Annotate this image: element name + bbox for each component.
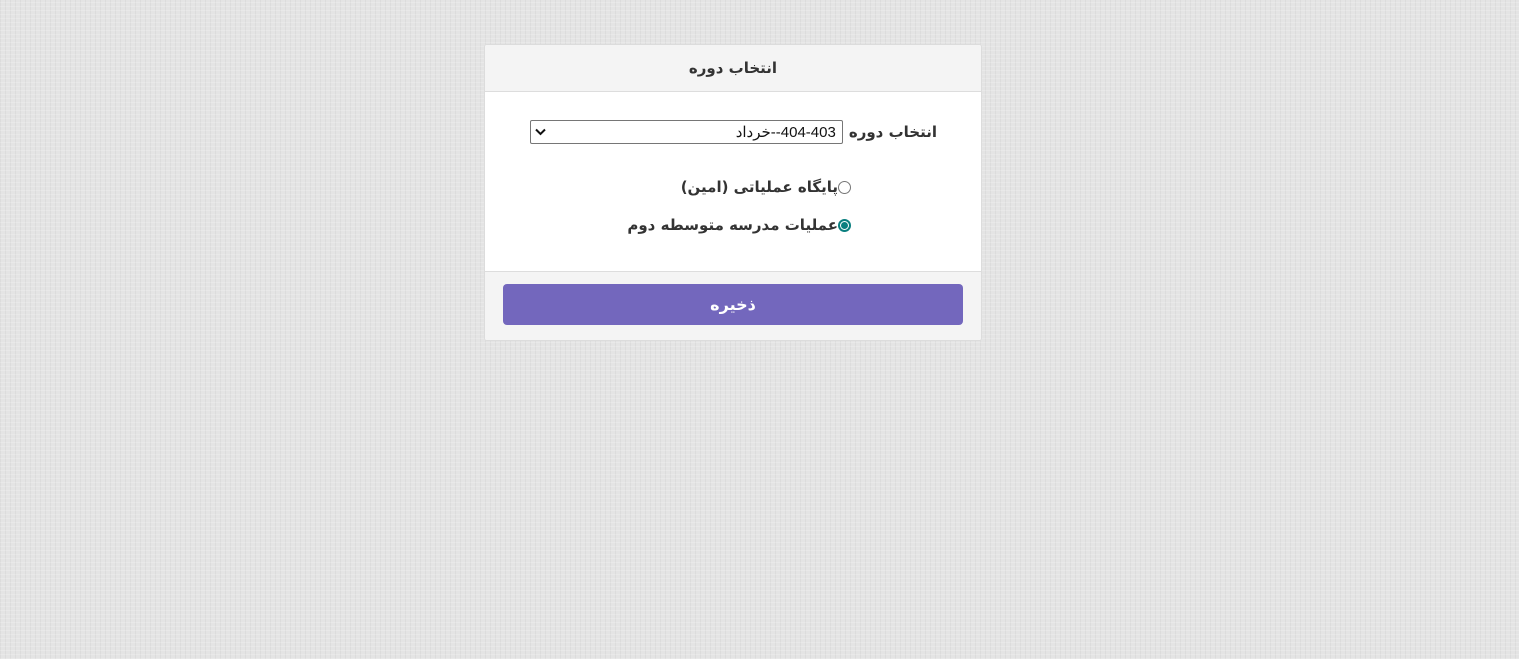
period-select[interactable]: 404-403--خرداد — [529, 120, 843, 144]
card-body: انتخاب دوره 404-403--خرداد پایگاه عملیات… — [485, 92, 981, 274]
chevron-down-icon — [535, 126, 547, 138]
radio-button-secondary-school[interactable] — [838, 218, 851, 232]
radio-button-amin-base[interactable] — [838, 180, 851, 194]
period-select-row: انتخاب دوره 404-403--خرداد — [529, 120, 937, 144]
card-title: انتخاب دوره — [688, 59, 778, 77]
period-select-value: 404-403--خرداد — [735, 124, 836, 141]
period-selection-card: انتخاب دوره انتخاب دوره 404-403--خرداد پ… — [484, 44, 982, 341]
card-footer: ذخیره — [485, 271, 981, 340]
radio-option-secondary-school[interactable]: عملیات مدرسه متوسطه دوم — [627, 216, 851, 234]
radio-label-secondary-school: عملیات مدرسه متوسطه دوم — [627, 216, 838, 234]
card-header: انتخاب دوره — [485, 45, 981, 92]
save-button[interactable]: ذخیره — [503, 284, 963, 325]
radio-option-amin-base[interactable]: پایگاه عملیاتی (امین) — [681, 178, 851, 196]
radio-label-amin-base: پایگاه عملیاتی (امین) — [680, 178, 838, 196]
period-select-label: انتخاب دوره — [848, 123, 937, 141]
